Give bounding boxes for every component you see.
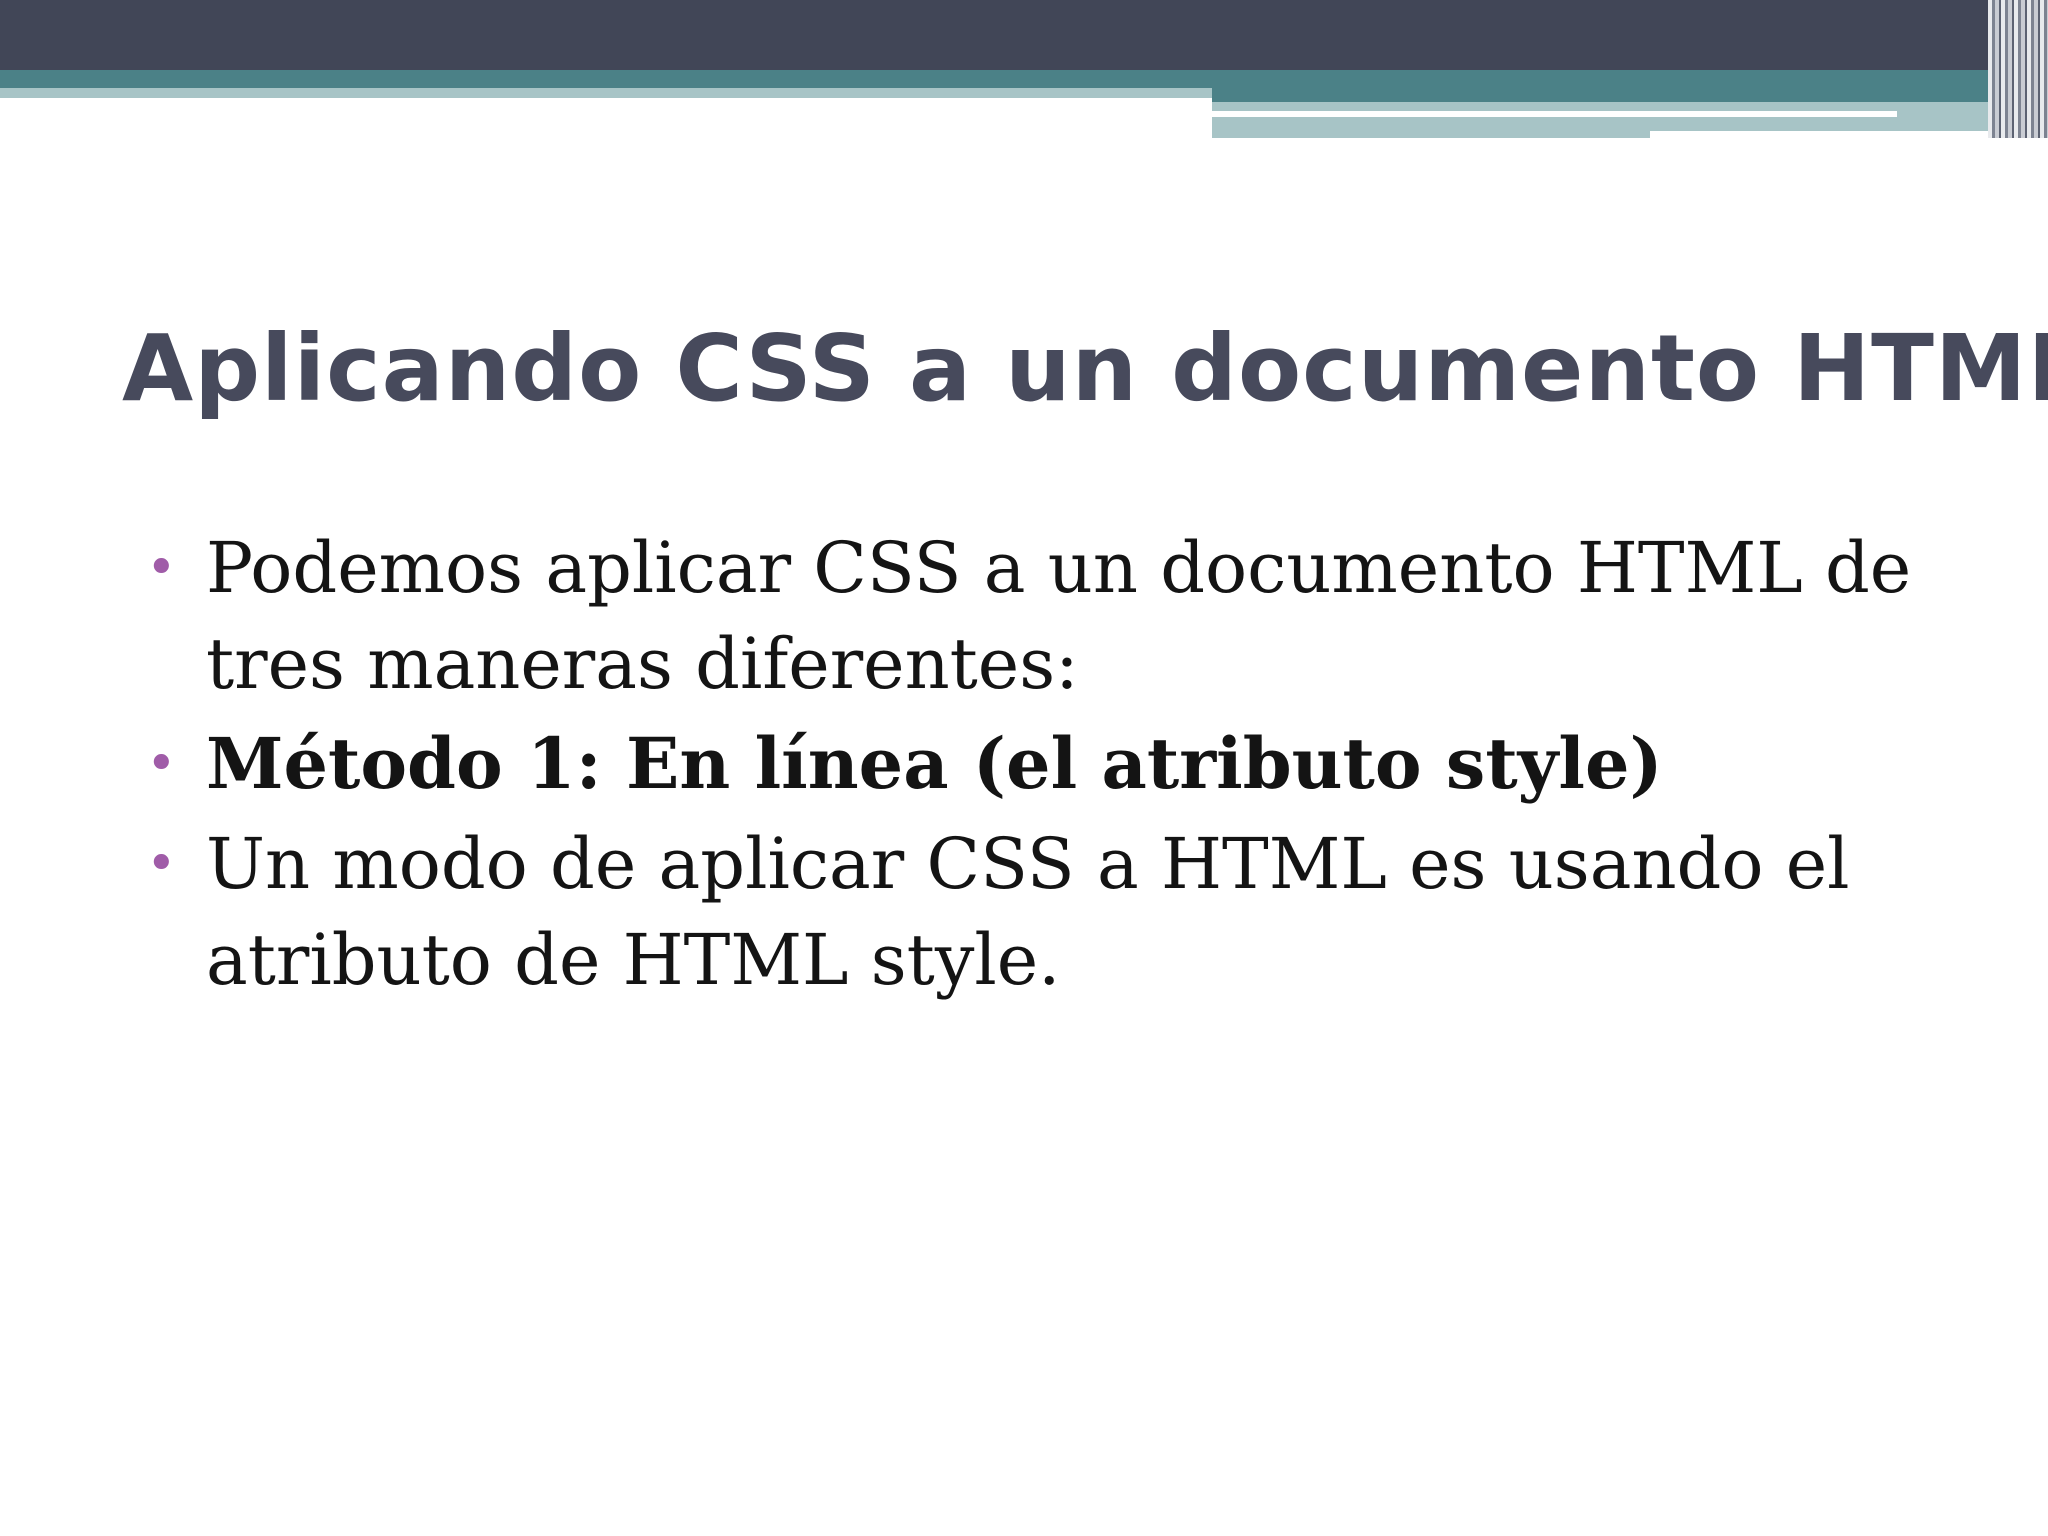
bullet-item: • Podemos aplicar CSS a un documento HTM… [146,520,1946,712]
bullet-text: Un modo de aplicar CSS a HTML es usando … [206,823,1850,1001]
header-band-teal [0,70,2048,88]
bullet-dot-icon: • [146,734,177,794]
bullet-item: • Un modo de aplicar CSS a HTML es usand… [146,816,1946,1008]
bullet-dot-icon: • [146,538,177,598]
header-band-right-teal [1212,88,2048,102]
bullet-item-method-1: • Método 1: En línea (el atributo style) [146,716,1946,812]
header-band-dark [0,0,2048,70]
header-band-light [0,88,1212,98]
slide-title: Aplicando CSS a un documento HTML [122,315,2048,422]
bullet-text: Método 1: En línea (el atributo style) [206,722,1663,805]
header-stripes-decoration [1988,0,2048,138]
header-accent-line [1212,111,1897,117]
slide: Aplicando CSS a un documento HTML • Pode… [0,0,2048,1536]
bullet-text: Podemos aplicar CSS a un documento HTML … [206,527,1912,705]
bullet-dot-icon: • [146,834,177,894]
bullet-list: • Podemos aplicar CSS a un documento HTM… [146,520,1946,1012]
